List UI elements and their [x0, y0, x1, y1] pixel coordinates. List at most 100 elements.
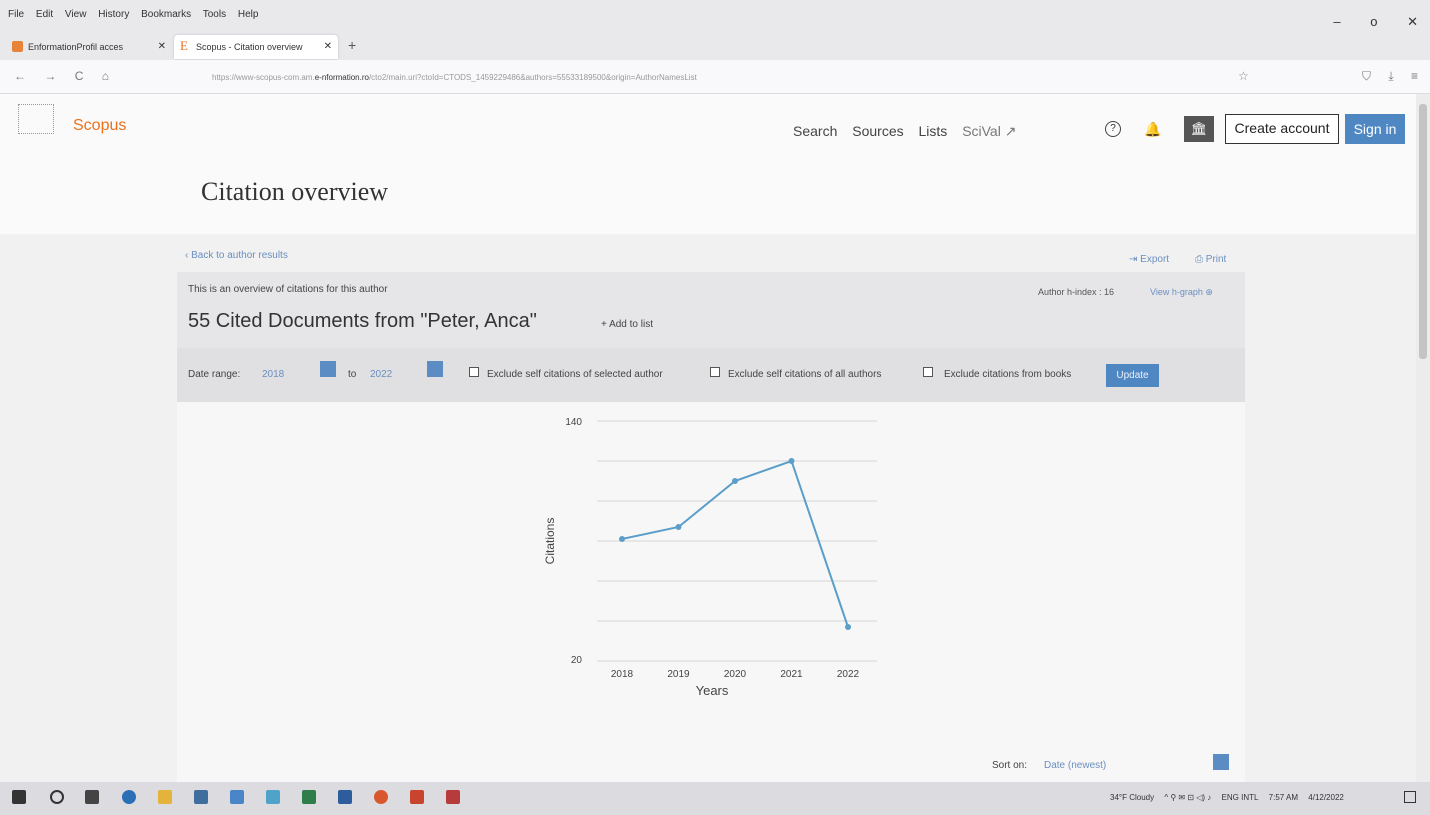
minimize-button[interactable]: – [1333, 14, 1340, 29]
store-icon[interactable] [194, 790, 208, 804]
sort-on-label: Sort on: [992, 760, 1028, 771]
tab-scopus[interactable]: E Scopus - Citation overview ✕ [174, 35, 338, 59]
url-domain: e-nformation.ro [314, 73, 369, 82]
start-icon[interactable] [12, 790, 26, 804]
nav-scival[interactable]: SciVal ↗ [962, 123, 1016, 139]
date-from-select[interactable]: 2018 [262, 369, 284, 380]
elsevier-logo-icon[interactable] [18, 104, 58, 138]
nav-search[interactable]: Search [793, 123, 837, 139]
acrobat-icon[interactable] [446, 790, 460, 804]
system-tray: 34°F Cloudy ^ ⚲ ✉ ⊡ ◁) ♪ ENG INTL 7:57 A… [1110, 793, 1352, 802]
search-icon[interactable] [50, 790, 64, 804]
edge-icon[interactable] [122, 790, 136, 804]
close-tab-icon[interactable]: ✕ [324, 41, 332, 52]
tray-icons[interactable]: ^ ⚲ ✉ ⊡ ◁) ♪ [1164, 793, 1211, 802]
menu-history[interactable]: History [98, 9, 129, 20]
downloads-icon[interactable]: ⤓ [1388, 69, 1393, 83]
back-icon[interactable]: ← [14, 69, 26, 83]
exclude-all-checkbox[interactable] [710, 367, 720, 377]
bookmark-star-icon[interactable]: ☆ [1238, 69, 1249, 83]
scopus-brand[interactable]: Scopus [73, 117, 126, 135]
menu-items: File Edit View History Bookmarks Tools H… [8, 9, 267, 20]
tab-enformation[interactable]: EnformationProfil acces ✕ [6, 35, 172, 59]
create-account-button[interactable]: Create account [1225, 114, 1339, 144]
institution-icon[interactable]: 🏛 [1184, 116, 1214, 142]
citations-line-chart: 140 20 2018 2019 2020 2021 2022 Years Citations [543, 417, 877, 698]
maximize-button[interactable]: o [1370, 14, 1377, 29]
sort-select[interactable]: Date (newest) [1044, 760, 1106, 771]
overview-note: This is an overview of citations for thi… [188, 284, 388, 295]
menu-help[interactable]: Help [238, 9, 259, 20]
help-icon[interactable]: ? [1105, 121, 1121, 137]
clock-time[interactable]: 7:57 AM [1269, 793, 1298, 802]
menu-bookmarks[interactable]: Bookmarks [141, 9, 191, 20]
date-from-dropdown-icon[interactable] [320, 361, 336, 377]
weather-text[interactable]: 34°F Cloudy [1110, 793, 1154, 802]
pocket-icon[interactable]: ⛉ [1362, 69, 1371, 83]
menu-icon[interactable]: ≡ [1411, 69, 1418, 83]
date-to-select[interactable]: 2022 [370, 369, 392, 380]
exclude-all-label: Exclude self citations of all authors [728, 369, 882, 380]
exclude-books-checkbox[interactable] [923, 367, 933, 377]
excel-icon[interactable] [302, 790, 316, 804]
menu-file[interactable]: File [8, 9, 24, 20]
view-h-graph-link[interactable]: View h-graph ⊕ [1150, 287, 1213, 298]
data-point [732, 478, 738, 484]
close-window-button[interactable]: ✕ [1407, 14, 1418, 29]
notification-icon[interactable] [1404, 791, 1416, 803]
x-tick-label: 2022 [837, 669, 860, 680]
nav-sources[interactable]: Sources [852, 123, 903, 139]
sort-dropdown-icon[interactable] [1213, 754, 1229, 770]
bell-icon[interactable]: 🔔 [1144, 121, 1161, 138]
close-tab-icon[interactable]: ✕ [158, 41, 166, 52]
data-point [675, 524, 682, 530]
firefox-icon[interactable] [374, 790, 388, 804]
sign-in-button[interactable]: Sign in [1345, 114, 1405, 144]
toolbar-icons: ⛉ ⤓ ≡ [1348, 69, 1418, 84]
x-tick-label: 2019 [667, 669, 690, 680]
url-suffix: /cto2/main.uri?ctoId=CTODS_1459229486&au… [368, 73, 697, 82]
x-axis-title: Years [696, 683, 729, 698]
url-bar[interactable]: https://www-scopus-com.am.e-nformation.r… [200, 66, 1250, 88]
home-icon[interactable]: ⌂ [102, 69, 109, 83]
data-point [845, 624, 851, 630]
nav-lists[interactable]: Lists [919, 123, 948, 139]
print-link[interactable]: ⎙ Print [1195, 254, 1226, 265]
browser-menubar: File Edit View History Bookmarks Tools H… [0, 0, 1430, 32]
clock-date[interactable]: 4/12/2022 [1308, 793, 1344, 802]
x-tick-label: 2021 [780, 669, 803, 680]
tab-bar: EnformationProfil acces ✕ E Scopus - Cit… [0, 32, 1430, 60]
menu-tools[interactable]: Tools [203, 9, 226, 20]
add-to-list-button[interactable]: + Add to list [601, 319, 653, 330]
scopus-header: Scopus Search Sources Lists SciVal ↗ ? 🔔… [0, 94, 1416, 234]
citation-summary: This is an overview of citations for thi… [177, 272, 1245, 402]
exclude-selected-checkbox[interactable] [469, 367, 479, 377]
exclude-books-label: Exclude citations from books [944, 369, 1072, 380]
page-scrollbar[interactable] [1416, 94, 1430, 782]
menu-edit[interactable]: Edit [36, 9, 53, 20]
file-explorer-icon[interactable] [158, 790, 172, 804]
cited-documents-heading: 55 Cited Documents from "Peter, Anca" [188, 310, 537, 332]
photos-icon[interactable] [266, 790, 280, 804]
mail-icon[interactable] [230, 790, 244, 804]
date-to-dropdown-icon[interactable] [427, 361, 443, 377]
data-point [788, 458, 795, 464]
export-link[interactable]: ⇥ Export [1129, 254, 1169, 265]
app-icon[interactable] [410, 790, 424, 804]
page-title: Citation overview [201, 177, 389, 206]
scrollbar-thumb[interactable] [1419, 104, 1427, 359]
back-to-author-results-link[interactable]: ‹ Back to author results [185, 250, 288, 261]
update-button[interactable]: Update [1106, 364, 1159, 387]
y-axis-title: Citations [543, 518, 557, 565]
word-icon[interactable] [338, 790, 352, 804]
tab-label: Scopus - Citation overview [196, 42, 303, 52]
language-indicator[interactable]: ENG INTL [1222, 793, 1259, 802]
reload-icon[interactable]: C [75, 69, 84, 83]
date-range-label: Date range: [188, 369, 241, 380]
favicon-icon [12, 41, 23, 52]
new-tab-button[interactable]: + [348, 37, 356, 53]
menu-view[interactable]: View [65, 9, 87, 20]
task-view-icon[interactable] [85, 790, 99, 804]
forward-icon[interactable]: → [44, 69, 56, 83]
exclude-selected-label: Exclude self citations of selected autho… [487, 369, 663, 380]
